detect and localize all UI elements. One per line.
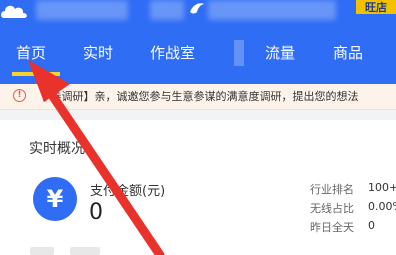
stat-value-industry-rank: 100+ [368,181,396,194]
stat-label-industry-rank: 行业排名 [310,183,354,196]
tab-goods[interactable]: 商品 [333,43,363,63]
pay-amount-value: 0 [89,200,103,225]
notice-text[interactable]: 【 卷调研】亲，诚邀您参与生意参谋的满意度调研，提出您的想法 [36,89,396,105]
section-title: 实时概况 [29,141,85,157]
stat-value-yesterday: 0 [368,219,375,232]
active-tab-indicator [12,72,60,76]
tab-traffic[interactable]: 流量 [265,43,295,63]
alert-icon: ! [13,89,26,102]
cutoff-content [70,247,100,255]
stat-label-yesterday: 昨日全天 [310,221,354,234]
yen-icon: ¥ [33,177,77,221]
stat-label-wireless-share: 无线占比 [310,202,354,215]
shop-info-blurred [208,0,336,20]
nav-divider [234,40,244,66]
store-badge[interactable]: 旺店 [356,0,396,14]
cutoff-content [30,247,54,255]
top-navigation-bar: 旺店 首页 实时 作战室 流量 商品 [0,0,396,84]
section-divider [0,110,396,120]
stat-value-wireless-share: 0.00% [368,200,396,213]
tab-realtime[interactable]: 实时 [83,43,113,63]
pay-amount-label: 支付金额(元) [90,184,166,199]
bird-logo-icon [190,3,204,14]
tab-home[interactable]: 首页 [16,43,46,63]
account-info-blurred [150,0,184,20]
survey-notice-bar[interactable]: ! 【 卷调研】亲，诚邀您参与生意参谋的满意度调研，提出您的想法 [0,84,396,110]
logo-icon [1,5,27,19]
store-name-blurred [36,0,128,20]
tab-war-room[interactable]: 作战室 [150,43,195,63]
